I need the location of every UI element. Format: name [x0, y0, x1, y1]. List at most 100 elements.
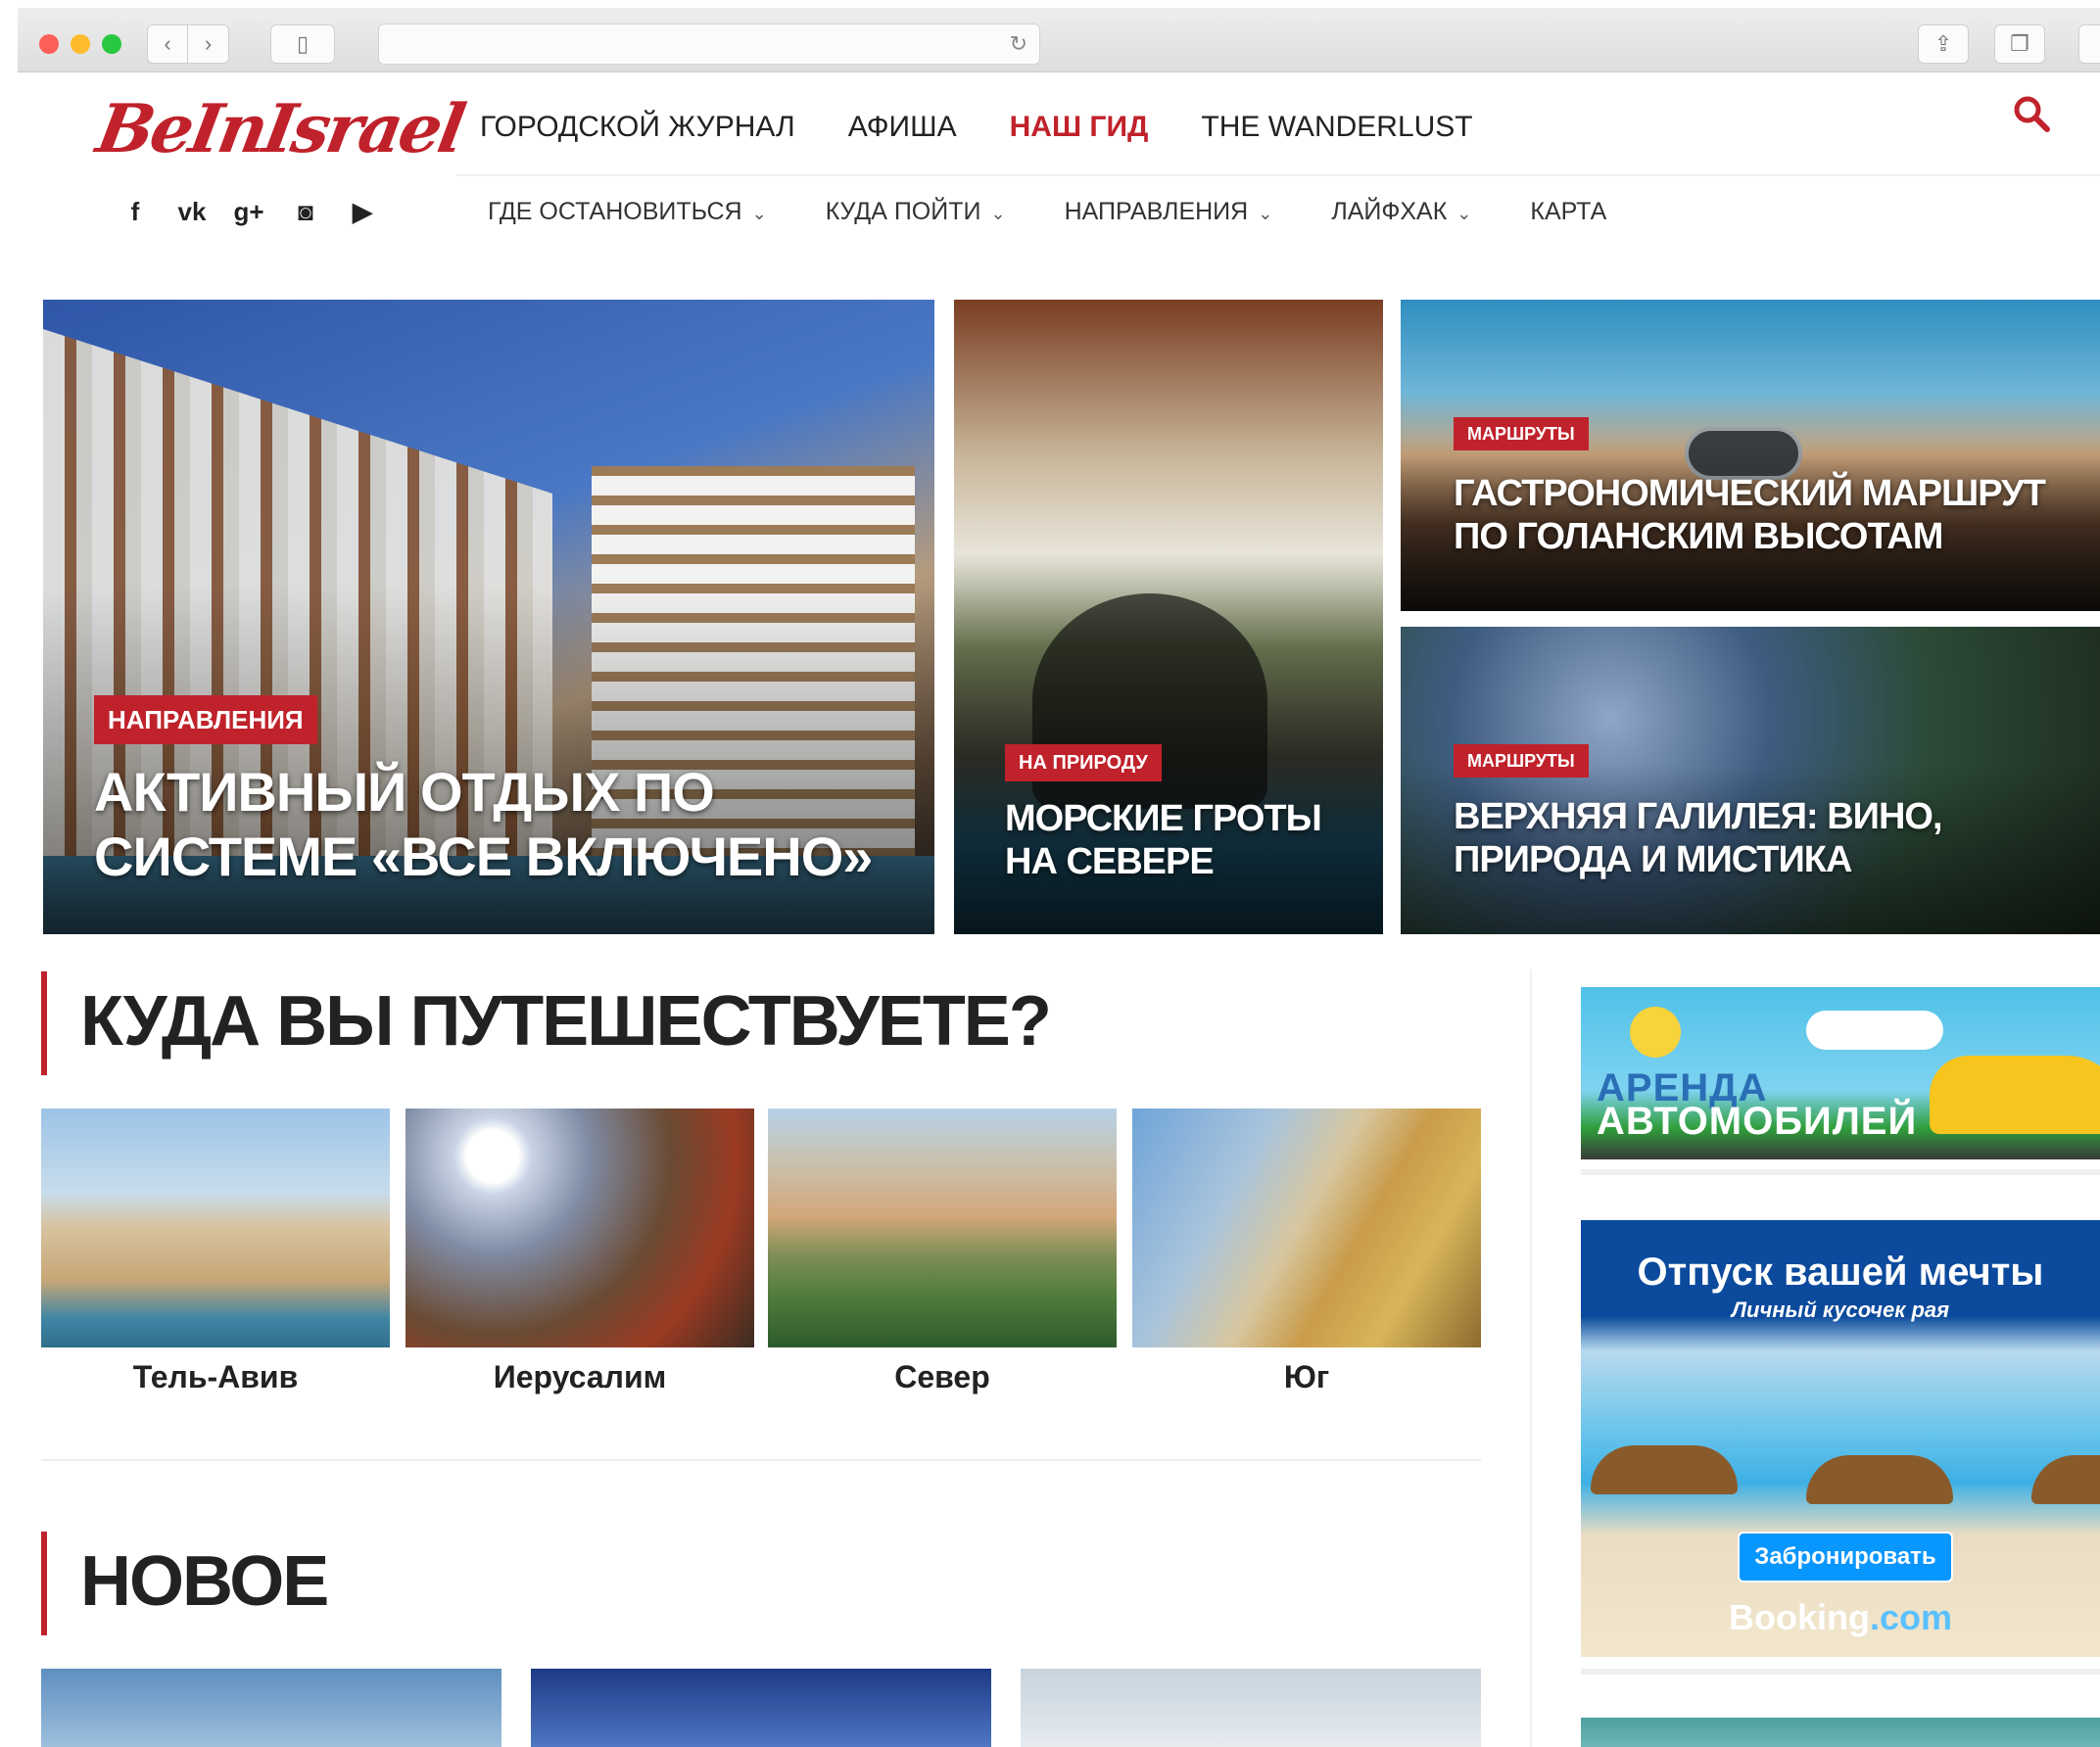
category-tag[interactable]: МАРШРУТЫ: [1454, 417, 1589, 450]
city-name[interactable]: Иерусалим: [406, 1357, 754, 1396]
hero-title[interactable]: МОРСКИЕ ГРОТЫ НА СЕВЕРЕ: [1005, 797, 1367, 883]
sub-navigation: ГДЕ ОСТАНОВИТЬСЯ ⌄ КУДА ПОЙТИ ⌄ НАПРАВЛЕНИ…: [488, 192, 1606, 231]
facebook-icon[interactable]: f: [118, 192, 153, 231]
section-accent-bar: [41, 971, 47, 1075]
booking-logo: Booking.com: [1581, 1596, 2100, 1639]
sidebar-ad[interactable]: [1581, 1718, 2100, 1747]
car-rental-ad[interactable]: АРЕНДА АВТОМОБИЛЕЙ: [1581, 987, 2100, 1159]
chevron-right-icon: ›: [204, 31, 213, 56]
city-name[interactable]: Юг: [1132, 1357, 1481, 1396]
umbrella-icon: [1806, 1455, 1953, 1504]
subnav-label: ЛАЙФХАК: [1331, 198, 1448, 225]
nav-city-journal[interactable]: ГОРОДСКОЙ ЖУРНАЛ: [480, 106, 795, 149]
nav-afisha[interactable]: АФИША: [848, 106, 957, 149]
site-logo[interactable]: BeInIsrael: [91, 90, 468, 168]
chevron-down-icon: ⌄: [1456, 204, 1472, 223]
main-navigation: ГОРОДСКОЙ ЖУРНАЛ АФИША НАШ ГИД THE WANDE…: [480, 106, 1473, 149]
nav-our-guide[interactable]: НАШ ГИД: [1010, 106, 1149, 149]
city-name[interactable]: Север: [768, 1357, 1117, 1396]
section-divider: [41, 1459, 1481, 1461]
subnav-label: КАРТА: [1530, 198, 1607, 225]
subnav-lifehack[interactable]: ЛАЙФХАК ⌄: [1331, 192, 1471, 231]
forward-button[interactable]: ›: [188, 24, 229, 64]
subnav-where-to-stay[interactable]: ГДЕ ОСТАНОВИТЬСЯ ⌄: [488, 192, 767, 231]
car-rental-ad-title: АРЕНДА АВТОМОБИЛЕЙ: [1597, 1068, 1918, 1143]
hero-overlay: [1401, 300, 2100, 611]
tabs-icon: ❐: [2010, 31, 2029, 56]
social-links: f vk g+ ◙ ▶: [118, 192, 380, 231]
chevron-down-icon: ⌄: [990, 204, 1006, 223]
search-icon[interactable]: [2012, 94, 2051, 133]
hero-card-golan-route[interactable]: МАРШРУТЫ ГАСТРОНОМИЧЕСКИЙ МАРШРУТ ПО ГОЛ…: [1401, 300, 2100, 611]
car-icon: [1930, 1056, 2100, 1134]
cloud-icon: [1806, 1011, 1943, 1050]
city-image[interactable]: [768, 1109, 1117, 1347]
nav-wanderlust[interactable]: THE WANDERLUST: [1201, 106, 1472, 149]
reload-icon[interactable]: ↻: [1010, 32, 1027, 56]
sidebar-icon: ▯: [296, 31, 310, 56]
google-plus-icon[interactable]: g+: [231, 192, 266, 231]
zoom-window-button[interactable]: [102, 34, 121, 54]
ad-divider: [1581, 1169, 2100, 1175]
booking-logo-suffix: .com: [1869, 1597, 1952, 1637]
hero-overlay: [1401, 627, 2100, 934]
chevron-left-icon: ‹: [164, 31, 171, 56]
post-card[interactable]: [41, 1669, 501, 1747]
ad-divider: [1581, 1669, 2100, 1675]
sun-icon: [1630, 1007, 1681, 1058]
post-card[interactable]: [1021, 1669, 1481, 1747]
hero-card-all-inclusive[interactable]: НАПРАВЛЕНИЯ АКТИВНЫЙ ОТДЫХ ПО СИСТЕМЕ «В…: [43, 300, 934, 934]
city-image[interactable]: [1132, 1109, 1481, 1347]
chevron-down-icon: ⌄: [751, 204, 767, 223]
vk-icon[interactable]: vk: [174, 192, 210, 231]
new-tab-button[interactable]: [2078, 24, 2100, 64]
sidebar-toggle-button[interactable]: ▯: [270, 24, 335, 64]
city-card-jerusalem[interactable]: Иерусалим: [406, 1109, 754, 1396]
post-card[interactable]: [531, 1669, 991, 1747]
share-icon: ⇪: [1933, 31, 1953, 56]
section-accent-bar: [41, 1532, 47, 1635]
address-bar[interactable]: ↻: [378, 24, 1040, 65]
city-card-north[interactable]: Север: [768, 1109, 1117, 1396]
hero-card-upper-galilee[interactable]: МАРШРУТЫ ВЕРХНЯЯ ГАЛИЛЕЯ: ВИНО, ПРИРОДА …: [1401, 627, 2100, 934]
section-title-new: НОВОЕ: [80, 1542, 329, 1621]
city-image[interactable]: [406, 1109, 754, 1347]
booking-logo-text: Booking: [1728, 1597, 1870, 1637]
hero-title[interactable]: ГАСТРОНОМИЧЕСКИЙ МАРШРУТ ПО ГОЛАНСКИМ ВЫ…: [1454, 472, 2080, 558]
booking-ad[interactable]: Отпуск вашей мечты Личный кусочек рая За…: [1581, 1220, 2100, 1657]
umbrella-icon: [1591, 1445, 1738, 1494]
subnav-map[interactable]: КАРТА: [1530, 192, 1606, 231]
subnav-where-to-go[interactable]: КУДА ПОЙТИ ⌄: [826, 192, 1006, 231]
category-tag[interactable]: МАРШРУТЫ: [1454, 744, 1589, 778]
subnav-directions[interactable]: НАПРАВЛЕНИЯ ⌄: [1065, 192, 1273, 231]
share-button[interactable]: ⇪: [1918, 24, 1969, 64]
browser-toolbar: ‹ › ▯ ↻ ⇪ ❐: [18, 8, 2100, 72]
category-tag[interactable]: НА ПРИРОДУ: [1005, 744, 1162, 781]
back-button[interactable]: ‹: [147, 24, 188, 64]
close-window-button[interactable]: [39, 34, 59, 54]
hero-card-sea-grottoes[interactable]: НА ПРИРОДУ МОРСКИЕ ГРОТЫ НА СЕВЕРЕ: [954, 300, 1383, 934]
chevron-down-icon: ⌄: [1258, 204, 1273, 223]
nav-divider: [456, 174, 2100, 176]
city-image[interactable]: [41, 1109, 390, 1347]
sidebar-divider: [1530, 969, 1532, 1747]
city-name[interactable]: Тель-Авив: [41, 1357, 390, 1396]
youtube-icon[interactable]: ▶: [345, 192, 380, 231]
minimize-window-button[interactable]: [71, 34, 90, 54]
ad-line: АВТОМОБИЛЕЙ: [1597, 1100, 1918, 1143]
city-card-south[interactable]: Юг: [1132, 1109, 1481, 1396]
subnav-label: КУДА ПОЙТИ: [825, 198, 981, 225]
section-title-where: КУДА ВЫ ПУТЕШЕСТВУЕТЕ?: [80, 982, 1052, 1061]
umbrella-icon: [2031, 1455, 2100, 1504]
hero-title[interactable]: ВЕРХНЯЯ ГАЛИЛЕЯ: ВИНО, ПРИРОДА И МИСТИКА: [1454, 795, 2080, 881]
subnav-label: ГДЕ ОСТАНОВИТЬСЯ: [488, 198, 742, 225]
tabs-overview-button[interactable]: ❐: [1994, 24, 2045, 64]
instagram-icon[interactable]: ◙: [288, 192, 323, 231]
hero-title[interactable]: АКТИВНЫЙ ОТДЫХ ПО СИСТЕМЕ «ВСЕ ВКЛЮЧЕНО»: [94, 760, 917, 889]
category-tag[interactable]: НАПРАВЛЕНИЯ: [94, 695, 317, 744]
booking-ad-subtitle: Личный кусочек рая: [1731, 1298, 1950, 1322]
subnav-label: НАПРАВЛЕНИЯ: [1064, 198, 1249, 225]
city-card-tel-aviv[interactable]: Тель-Авив: [41, 1109, 390, 1396]
booking-ad-title: Отпуск вашей мечты: [1637, 1251, 2044, 1294]
book-now-button[interactable]: Забронировать: [1738, 1532, 1953, 1582]
